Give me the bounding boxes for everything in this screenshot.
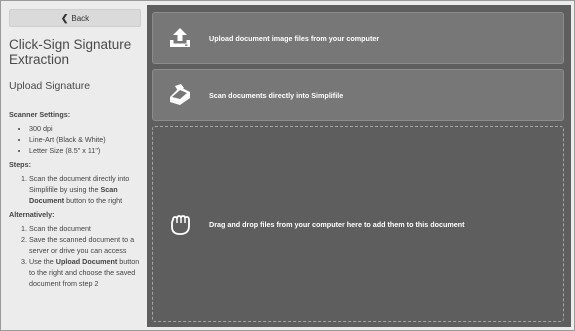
page-title: Click-Sign Signature Extraction — [9, 37, 132, 67]
list-item: Use the Upload Document button to the ri… — [29, 256, 145, 289]
drop-zone[interactable]: Drag and drop files from your computer h… — [152, 126, 564, 322]
hand-grab-icon — [167, 211, 193, 237]
section-subtitle: Upload Signature — [9, 80, 91, 92]
instructions: Scanner Settings: 300 dpi Line-Art (Blac… — [9, 109, 145, 292]
scanner-icon — [167, 82, 193, 108]
scan-document-button[interactable]: Scan documents directly into Simplifile — [152, 69, 564, 121]
drop-zone-label: Drag and drop files from your computer h… — [209, 219, 465, 229]
list-item: Save the scanned document to a server or… — [29, 234, 145, 256]
scanner-settings-heading: Scanner Settings: — [9, 110, 71, 119]
step-text: button to the right — [64, 196, 123, 205]
scanner-settings-list: 300 dpi Line-Art (Black & White) Letter … — [9, 123, 145, 156]
list-item: 300 dpi — [29, 123, 145, 134]
upload-document-button[interactable]: Upload document image files from your co… — [152, 12, 564, 64]
upload-icon — [167, 25, 193, 51]
list-item: Letter Size (8.5" x 11") — [29, 145, 145, 156]
steps-list: Scan the document directly into Simplifi… — [9, 173, 145, 206]
back-button-label: Back — [71, 13, 90, 23]
chevron-left-icon: ❮ — [60, 12, 69, 23]
list-item: Scan the document — [29, 223, 145, 234]
scan-document-label: Scan documents directly into Simplifile — [209, 90, 344, 100]
alternatively-heading: Alternatively: — [9, 210, 55, 219]
app-window: ❮ Back Click-Sign Signature Extraction U… — [0, 0, 575, 331]
upload-document-label: Upload document image files from your co… — [209, 33, 380, 43]
alternative-steps-list: Scan the document Save the scanned docum… — [9, 223, 145, 289]
back-button[interactable]: ❮ Back — [9, 9, 141, 27]
upload-panel: Upload document image files from your co… — [147, 5, 571, 327]
step-text: Use the — [29, 257, 56, 266]
step-bold-text: Upload Document — [55, 257, 118, 266]
sidebar: ❮ Back Click-Sign Signature Extraction U… — [1, 1, 147, 330]
steps-heading: Steps: — [9, 160, 31, 169]
list-item: Scan the document directly into Simplifi… — [29, 173, 145, 206]
list-item: Line-Art (Black & White) — [29, 134, 145, 145]
